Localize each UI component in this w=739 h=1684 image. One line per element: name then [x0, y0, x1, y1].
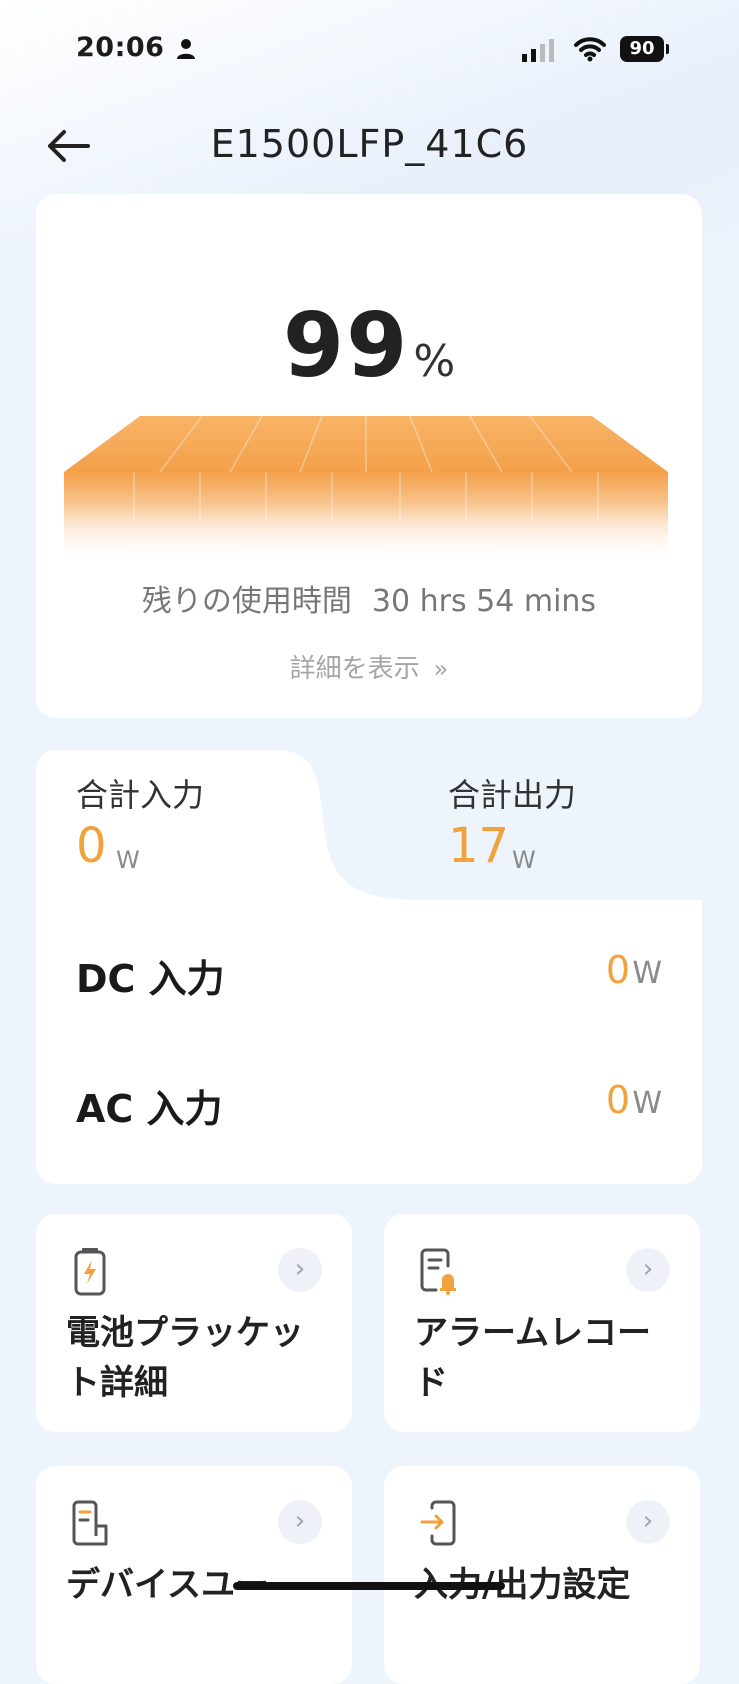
signal-icon: [522, 39, 554, 62]
page-title: E1500LFP_41C6: [210, 122, 529, 166]
ac-input-unit: W: [632, 1086, 662, 1121]
total-output-value: 17: [448, 818, 510, 874]
dc-input-value: 0: [605, 948, 630, 992]
status-bar: 20:06 90: [0, 0, 739, 100]
double-chevron-icon: »: [433, 655, 449, 683]
total-input-tab[interactable]: 合計入力 0 W: [36, 750, 316, 900]
device-icon: [72, 1500, 108, 1546]
tile-label: 電池プラッケット詳細: [66, 1313, 304, 1403]
chevron-right-icon: ›: [626, 1248, 670, 1292]
alarm-record-tile[interactable]: › アラームレコード: [384, 1214, 700, 1432]
battery-card: 99% 残りの使用時間 30 hrs 54 mins 詳細を表示 »: [36, 194, 702, 718]
status-time: 20:06: [76, 32, 165, 63]
home-indicator[interactable]: [233, 1582, 505, 1590]
battery-fill: [64, 415, 668, 562]
total-output-label: 合計出力: [448, 776, 577, 814]
show-details-label: 詳細を表示: [289, 654, 420, 684]
total-input-label: 合計入力: [76, 776, 205, 814]
battery-percent-value: 99: [282, 294, 410, 397]
alarm-record-icon: [420, 1248, 456, 1295]
dc-input-unit: W: [632, 956, 662, 991]
person-icon: [177, 39, 195, 59]
remaining-time-row: 残りの使用時間 30 hrs 54 mins: [36, 576, 702, 620]
ac-input-value: 0: [605, 1078, 630, 1122]
device-user-tile[interactable]: › デバイスユー: [36, 1466, 352, 1684]
io-settings-tile[interactable]: › 入力/出力設定: [384, 1466, 700, 1684]
dc-input-label: DC 入力: [76, 957, 225, 1001]
battery-pack-details-tile[interactable]: › 電池プラッケット詳細: [36, 1214, 352, 1432]
ac-input-row[interactable]: AC 入力 0 W: [36, 1068, 702, 1138]
total-output-tab[interactable]: 合計出力 17 W: [400, 750, 700, 900]
remaining-time-label: 残りの使用時間: [141, 584, 352, 619]
chevron-right-icon: ›: [278, 1500, 322, 1544]
battery-icon: [74, 1248, 106, 1296]
dc-input-row[interactable]: DC 入力 0 W: [36, 938, 702, 1008]
wifi-icon: [574, 37, 606, 62]
battery-percentage: 99%: [36, 294, 702, 397]
io-settings-icon: [420, 1500, 456, 1546]
remaining-time-value: 30 hrs 54 mins: [371, 584, 597, 619]
tile-label: アラームレコード: [414, 1313, 651, 1403]
battery-icon: 90: [620, 36, 664, 62]
total-output-unit: W: [512, 846, 536, 874]
total-input-unit: W: [116, 846, 140, 874]
ac-input-label: AC 入力: [76, 1087, 223, 1131]
battery-level-visual: [64, 415, 668, 562]
battery-nub: [666, 44, 669, 54]
chevron-right-icon: ›: [626, 1500, 670, 1544]
input-details-card: DC 入力 0 W AC 入力 0 W: [36, 916, 702, 1184]
chevron-right-icon: ›: [278, 1248, 322, 1292]
total-input-value: 0: [76, 818, 107, 874]
battery-percent-sign: %: [413, 336, 456, 387]
show-details-link[interactable]: 詳細を表示 »: [36, 648, 702, 685]
